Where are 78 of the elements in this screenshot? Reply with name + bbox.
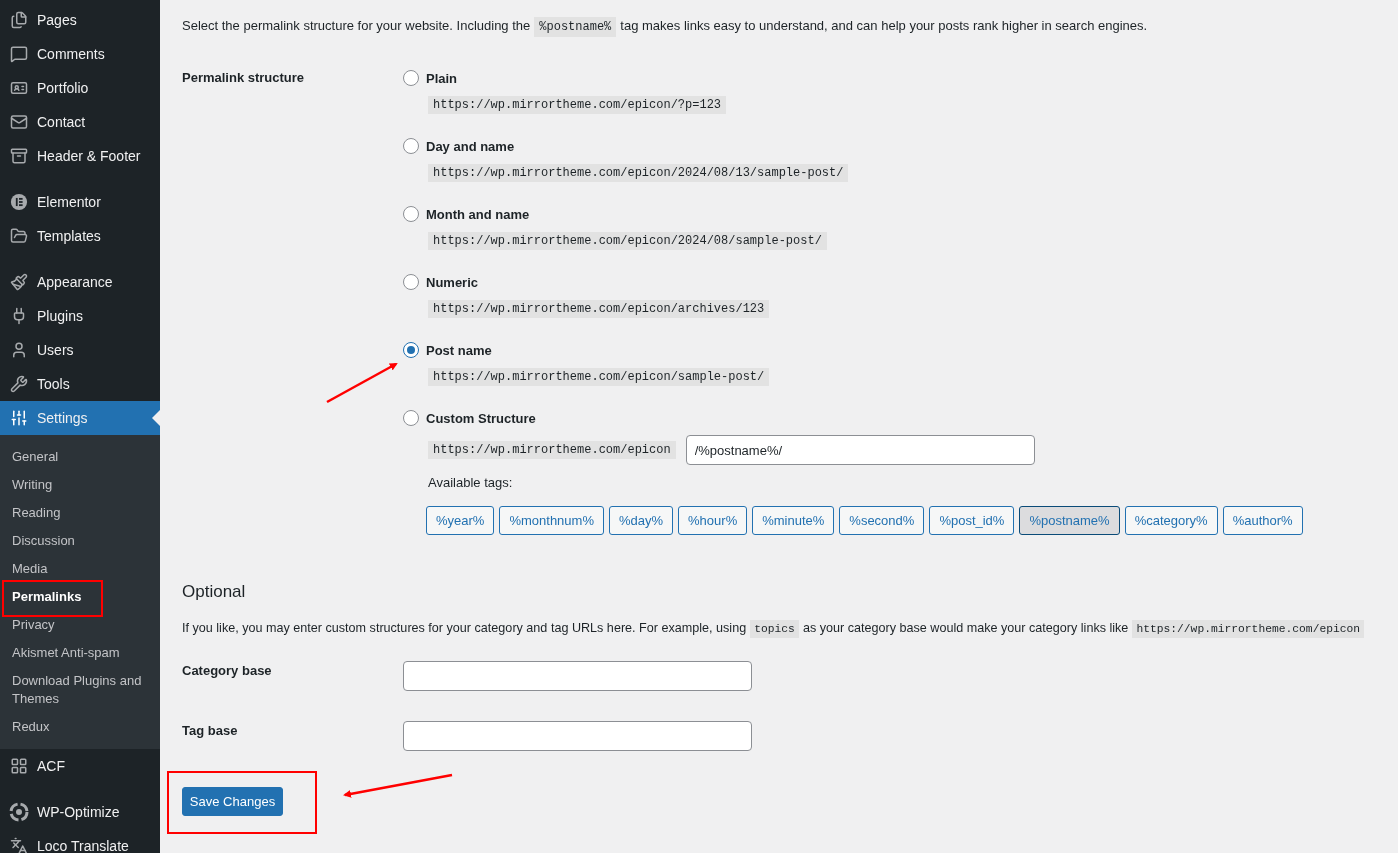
pages-icon xyxy=(9,10,29,30)
example-url: https://wp.mirrortheme.com/epicon/2024/08/13/sample-post/ xyxy=(428,164,849,182)
tag-button[interactable]: %author% xyxy=(1222,506,1303,535)
url-prefix: https://wp.mirrortheme.com/epicon xyxy=(428,441,676,459)
sidebar-item[interactable]: Loco Translate xyxy=(0,829,160,853)
submenu-item[interactable]: General xyxy=(0,443,160,471)
submenu-item[interactable]: Redux xyxy=(0,713,160,741)
annotation-arrow xyxy=(326,362,398,404)
submenu-item[interactable]: Reading xyxy=(0,499,160,527)
sidebar-item[interactable]: Portfolio xyxy=(0,71,160,105)
submenu-item[interactable]: Akismet Anti-spam xyxy=(0,639,160,667)
radio-button[interactable] xyxy=(403,70,419,86)
comment-icon xyxy=(9,44,29,64)
sidebar-item[interactable]: Appearance xyxy=(0,265,160,299)
optional-description: If you like, you may enter custom structures for your category and tag URLs here. For example, using topics as your category base would make your category links like https://wp.mirrortheme.com/epicon xyxy=(182,618,1398,639)
sidebar-item[interactable]: Pages xyxy=(0,3,160,37)
sidebar-item[interactable]: Elementor xyxy=(0,185,160,219)
radio-button[interactable] xyxy=(403,274,419,290)
sidebar-item[interactable]: Plugins xyxy=(0,299,160,333)
intro-text: Select the permalink structure for your website. Including the %postname% tag makes links easy to understand, and can help your posts rank higher in search engines. xyxy=(182,17,1398,36)
section-heading: Optional xyxy=(182,581,247,603)
translate-icon xyxy=(9,836,29,853)
tag-button[interactable]: %second% xyxy=(839,506,925,535)
tag-button[interactable]: %minute% xyxy=(752,506,835,535)
example-url: https://wp.mirrortheme.com/epicon/?p=123 xyxy=(428,96,727,114)
field-label: Category base xyxy=(182,662,273,680)
tag-button[interactable]: %post_id% xyxy=(929,506,1015,535)
tag-button[interactable]: %year% xyxy=(426,506,495,535)
radio-option[interactable]: Day and name xyxy=(403,136,1303,156)
example-url: https://wp.mirrortheme.com/epicon/2024/08/sample-post/ xyxy=(428,232,827,250)
custom-structure-field[interactable]: /%postname%/ xyxy=(685,435,1035,465)
tag-button[interactable]: %day% xyxy=(608,506,674,535)
mail-icon xyxy=(9,112,29,132)
radio-option[interactable]: Numeric xyxy=(403,272,1303,292)
radio-option[interactable]: Month and name xyxy=(403,204,1303,224)
sidebar-item[interactable]: Header & Footer xyxy=(0,139,160,173)
available-tags-label: Available tags: xyxy=(428,474,514,492)
submenu-item[interactable]: Writing xyxy=(0,471,160,499)
radio-option[interactable]: Custom Structure xyxy=(403,408,1303,428)
radio-button[interactable] xyxy=(403,410,419,426)
optimize-icon xyxy=(9,802,29,822)
text-field[interactable] xyxy=(403,721,752,751)
field-label: Tag base xyxy=(182,722,239,740)
sidebar-item[interactable]: Settings xyxy=(0,401,160,435)
submenu-item[interactable]: Privacy xyxy=(0,611,160,639)
sidebar-item[interactable]: Users xyxy=(0,333,160,367)
save-button[interactable]: Save Changes xyxy=(182,787,283,816)
sidebar-item[interactable]: WP-Optimize xyxy=(0,795,160,829)
tag-button[interactable]: %hour% xyxy=(678,506,748,535)
radio-button[interactable] xyxy=(403,206,419,222)
wrench-icon xyxy=(9,374,29,394)
submenu-item[interactable]: Permalinks xyxy=(0,583,160,611)
sidebar-item[interactable]: Contact xyxy=(0,105,160,139)
sidebar-item[interactable]: Tools xyxy=(0,367,160,401)
example-url: https://wp.mirrortheme.com/epicon/sample-post/ xyxy=(428,368,770,386)
tag-button[interactable]: %monthnum% xyxy=(499,506,604,535)
submenu-item[interactable]: Discussion xyxy=(0,527,160,555)
radio-option[interactable]: Post name xyxy=(403,340,1303,360)
submenu-item[interactable]: Download Plugins and Themes xyxy=(0,667,160,713)
elementor-icon xyxy=(9,192,29,212)
folder-icon xyxy=(9,226,29,246)
grid-icon xyxy=(9,756,29,776)
settings-icon xyxy=(9,408,29,428)
sidebar-item[interactable]: ACF xyxy=(0,749,160,783)
radio-button[interactable] xyxy=(403,342,419,358)
sidebar-item[interactable]: Templates xyxy=(0,219,160,253)
radio-button[interactable] xyxy=(403,138,419,154)
tag-button[interactable]: %category% xyxy=(1124,506,1218,535)
example-url: https://wp.mirrortheme.com/epicon/archives/123 xyxy=(428,300,770,318)
current-pointer xyxy=(152,410,160,426)
text-field[interactable] xyxy=(403,661,752,691)
sidebar-item[interactable]: Comments xyxy=(0,37,160,71)
radio-option[interactable]: Plain xyxy=(403,68,1303,88)
field-label: Permalink structure xyxy=(182,69,306,87)
tag-button[interactable]: %postname% xyxy=(1019,506,1120,535)
submenu-item[interactable]: Media xyxy=(0,555,160,583)
archive-icon xyxy=(9,146,29,166)
paintbrush-icon xyxy=(9,272,29,292)
